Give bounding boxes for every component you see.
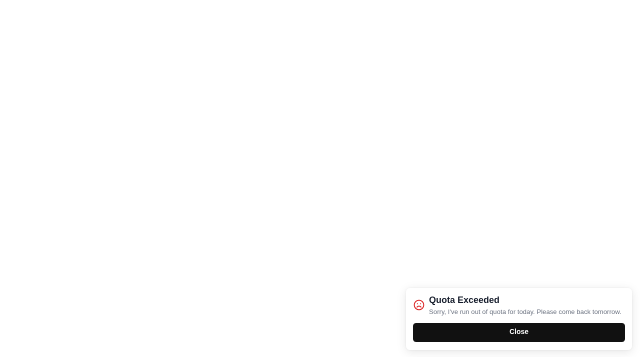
close-button[interactable]: Close xyxy=(413,323,625,342)
quota-exceeded-toast: Quota Exceeded Sorry, I've run out of qu… xyxy=(406,288,632,350)
toast-message: Sorry, I've run out of quota for today. … xyxy=(429,309,622,316)
page-background: Quota Exceeded Sorry, I've run out of qu… xyxy=(0,0,640,357)
toast-header: Quota Exceeded Sorry, I've run out of qu… xyxy=(413,295,626,317)
sad-face-icon xyxy=(413,299,425,311)
toast-text: Quota Exceeded Sorry, I've run out of qu… xyxy=(429,295,621,317)
toast-title: Quota Exceeded xyxy=(429,295,500,305)
